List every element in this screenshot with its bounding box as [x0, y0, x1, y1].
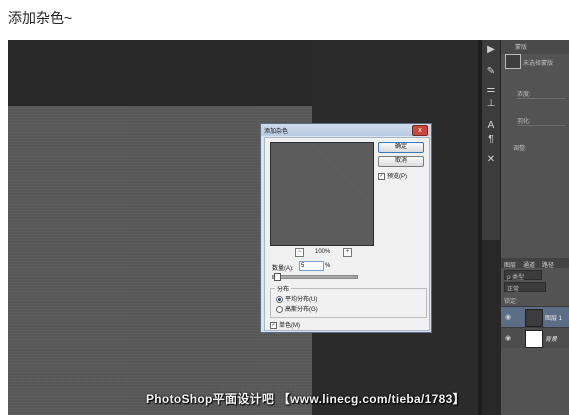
photoshop-window: ▶ ✎ ⚌ ⊥ A ¶ ✕ 蒙版 未选择蒙版 浓度: 羽化: 调整: 图层 通道… [8, 40, 569, 415]
uniform-radio-row[interactable]: 平均分布(U) [276, 294, 317, 303]
play-icon[interactable]: ▶ [484, 44, 498, 56]
tab-channels[interactable]: 通道 [523, 260, 535, 269]
density-slider[interactable] [517, 98, 565, 99]
layer-name: 图层 1 [545, 316, 563, 322]
character-icon[interactable]: ⊥ [484, 98, 498, 110]
tools-icon[interactable]: ✕ [484, 154, 498, 166]
amount-slider-thumb[interactable] [274, 273, 282, 281]
dialog-body: − 100% + 确定 取消 ✓ 预览(P) 数量(A): 5 % 分布 平均分布… [264, 137, 430, 331]
layer-thumbnail [525, 309, 543, 327]
monochrome-label: 单色(M) [279, 323, 300, 329]
distribution-group [270, 288, 427, 318]
dialog-titlebar[interactable]: 添加杂色 x [261, 124, 431, 136]
uniform-radio[interactable] [276, 295, 283, 303]
zoom-in-button[interactable]: + [343, 248, 352, 257]
close-button[interactable]: x [412, 125, 428, 136]
feather-slider[interactable] [517, 125, 565, 126]
paragraph-icon[interactable]: ⚌ [484, 84, 498, 96]
monochrome-checkbox[interactable]: ✓ [270, 321, 277, 329]
add-noise-dialog: 添加杂色 x − 100% + 确定 取消 ✓ 预览(P) 数量(A): 5 % … [260, 123, 432, 333]
blend-mode-value: 正常 [507, 287, 520, 293]
brush-icon[interactable]: ✎ [484, 66, 498, 78]
adjust-label: 调整: [513, 146, 527, 152]
mask-status: 未选择蒙版 [523, 61, 554, 67]
eye-icon[interactable]: ◉ [505, 334, 511, 342]
layer-thumbnail [525, 330, 543, 348]
cancel-button[interactable]: 取消 [378, 156, 424, 167]
preview-label: 预览(P) [387, 174, 407, 180]
watermark: PhotoShop平面设计吧 【www.linecg.com/tieba/178… [146, 392, 465, 406]
amount-unit: % [325, 263, 331, 269]
layer-kind-label: ρ 类型 [507, 275, 525, 281]
zoom-controls: − 100% + [295, 248, 355, 257]
pilcrow-icon[interactable]: ¶ [484, 134, 498, 146]
layer-row[interactable]: ◉ 图层 1 [501, 306, 569, 327]
zoom-out-button[interactable]: − [295, 248, 304, 257]
filter-preview[interactable] [270, 142, 374, 246]
amount-slider[interactable] [272, 275, 358, 279]
mask-thumbnail [505, 54, 521, 69]
density-label: 浓度: [517, 92, 531, 98]
amount-label: 数量(A): [272, 266, 294, 272]
panel-toolbar: ▶ ✎ ⚌ ⊥ A ¶ ✕ [482, 40, 501, 240]
mask-header-label: 蒙版 [515, 45, 528, 51]
preview-checkbox[interactable]: ✓ [378, 172, 385, 180]
lock-label: 锁定: [504, 299, 518, 305]
zoom-level: 100% [315, 249, 331, 255]
tab-layers[interactable]: 图层 [504, 260, 516, 269]
layers-tabs: 图层 通道 路径 [501, 258, 569, 269]
distribution-label: 分布 [275, 284, 292, 293]
amount-input[interactable]: 5 [299, 261, 324, 271]
tab-paths[interactable]: 路径 [542, 260, 554, 269]
gaussian-label: 高斯分布(G) [285, 307, 318, 313]
properties-panel: 蒙版 未选择蒙版 浓度: 羽化: 调整: 图层 通道 路径 ρ 类型 正常 锁定… [501, 40, 569, 415]
blend-mode-select[interactable]: 正常 [504, 282, 546, 293]
monochrome-checkbox-row[interactable]: ✓ 单色(M) [270, 320, 300, 329]
uniform-label: 平均分布(U) [285, 297, 318, 303]
text-icon[interactable]: A [484, 120, 498, 132]
gaussian-radio[interactable] [276, 305, 283, 313]
gaussian-radio-row[interactable]: 高斯分布(G) [276, 304, 318, 313]
layer-row[interactable]: ◉ 背景 [501, 327, 569, 348]
feather-label: 羽化: [517, 119, 531, 125]
layer-kind-filter[interactable]: ρ 类型 [504, 270, 542, 281]
mask-header: 蒙版 [501, 40, 569, 54]
eye-icon[interactable]: ◉ [505, 313, 511, 321]
caption: 添加杂色~ [8, 10, 73, 26]
preview-checkbox-row[interactable]: ✓ 预览(P) [378, 171, 407, 180]
dialog-title: 添加杂色 [264, 129, 289, 135]
layer-name: 背景 [545, 337, 558, 343]
ok-button[interactable]: 确定 [378, 142, 424, 153]
